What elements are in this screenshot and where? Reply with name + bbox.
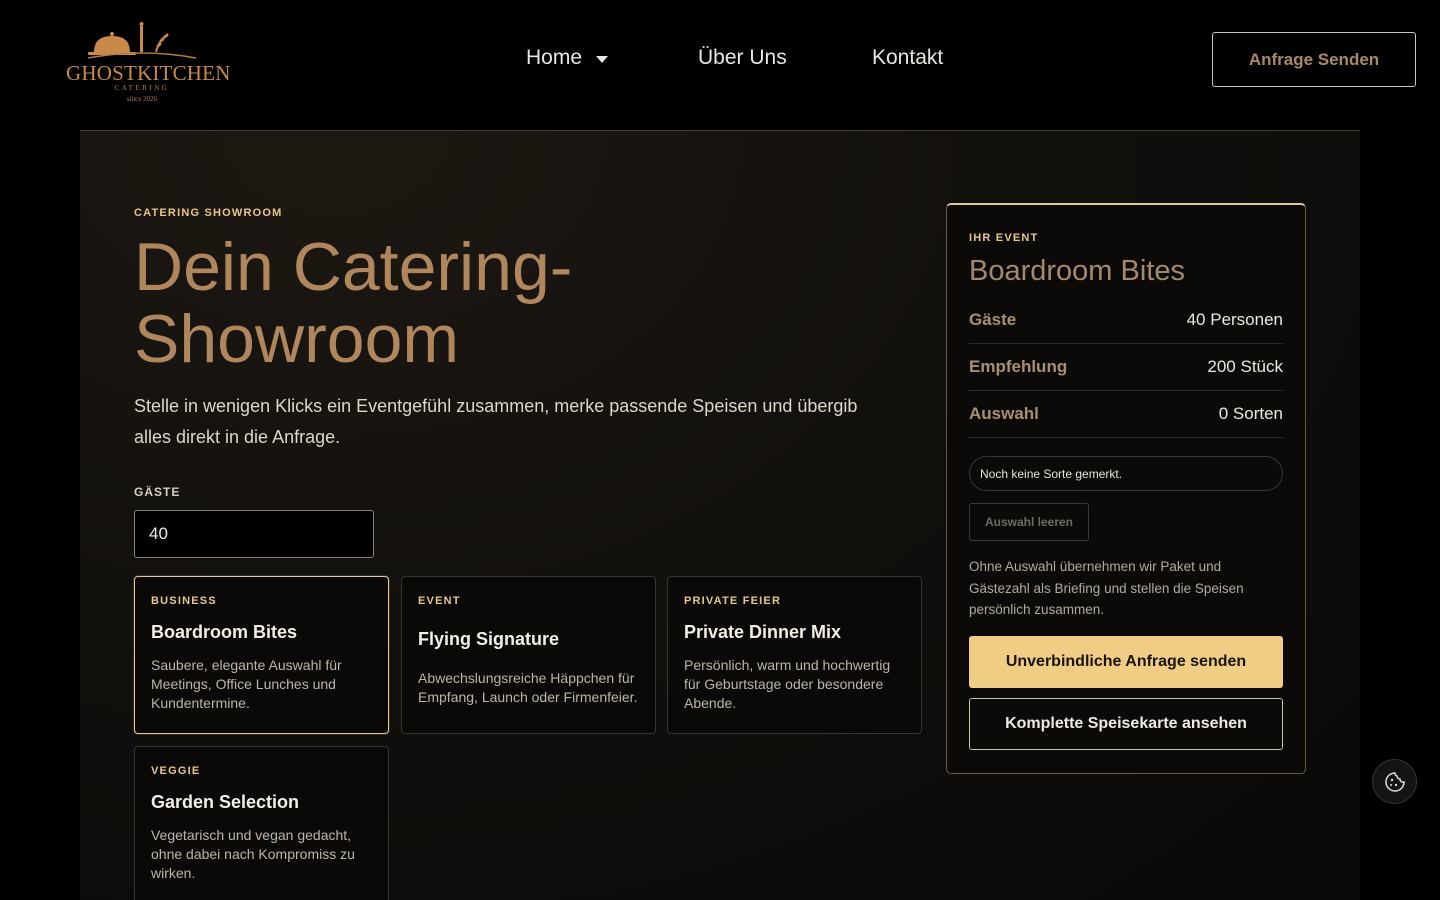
nav-item-label: Home [526, 46, 583, 69]
nav-item-kontakt[interactable]: Kontakt [872, 46, 943, 70]
nav-item-label: Kontakt [872, 46, 944, 69]
empty-selection-pill: Noch keine Sorte gemerkt. [969, 456, 1283, 491]
package-description: Abwechslungsreiche Häppchen für Empfang,… [418, 670, 638, 705]
package-title: Garden Selection [151, 792, 300, 812]
brand-name: GHOSTKITCHEN [66, 61, 231, 85]
package-title: Flying Signature [418, 629, 560, 649]
row-value: 40 Personen [1186, 310, 1283, 329]
package-tag: BUSINESS [151, 595, 217, 607]
brand-subtitle: CATERING [114, 84, 170, 92]
package-tag: VEGGIE [151, 765, 201, 777]
row-label: Empfehlung [969, 357, 1068, 376]
view-menu-button[interactable]: Komplette Speisekarte ansehen [969, 698, 1283, 750]
guests-input[interactable] [134, 510, 374, 558]
package-card-garden-selection[interactable]: VEGGIE Garden Selection Vegetarisch und … [134, 746, 389, 900]
package-tag: EVENT [418, 595, 461, 607]
guests-label: GÄSTE [134, 485, 181, 499]
clear-selection-button[interactable]: Auswahl leeren [969, 503, 1089, 541]
cookie-settings-button[interactable] [1372, 759, 1417, 804]
package-description: Vegetarisch und vegan gedacht, ohne dabe… [151, 827, 355, 881]
package-card-flying-signature[interactable]: EVENT Flying Signature Abwechslungsreich… [401, 576, 656, 734]
row-label: Gäste [969, 310, 1017, 329]
briefing-note: Ohne Auswahl übernehmen wir Paket und Gä… [969, 559, 1244, 617]
summary-row-selection: Auswahl 0 Sorten [969, 391, 1283, 438]
send-request-header-button[interactable]: Anfrage Senden [1212, 32, 1416, 87]
nav-item-uber-uns[interactable]: Über Uns [698, 46, 872, 70]
site-header: GHOSTKITCHEN CATERING since 2026 Home Üb… [0, 0, 1440, 130]
send-request-button[interactable]: Unverbindliche Anfrage senden [969, 636, 1283, 688]
catering-showroom-section: CATERING SHOWROOM Dein Catering- Showroo… [80, 130, 1360, 900]
package-description: Persönlich, warm und hochwertig für Gebu… [684, 657, 891, 711]
package-card-private-dinner-mix[interactable]: PRIVATE FEIER Private Dinner Mix Persönl… [667, 576, 922, 734]
package-tag: PRIVATE FEIER [684, 595, 782, 607]
main-nav: Home Über Uns Kontakt [526, 46, 943, 70]
package-card-boardroom-bites[interactable]: BUSINESS Boardroom Bites Saubere, elegan… [134, 576, 389, 734]
page-title-line-1: Dein Catering- [134, 229, 573, 305]
page-title-line-2: Showroom [134, 301, 460, 377]
cookie-settings-icon [1384, 771, 1405, 792]
summary-row-guests: Gäste 40 Personen [969, 297, 1283, 344]
row-value: 200 Stück [1207, 357, 1283, 376]
package-title: Boardroom Bites [151, 622, 298, 642]
package-description: Saubere, elegante Auswahl für Meetings, … [151, 657, 342, 711]
selected-package-title: Boardroom Bites [969, 255, 1185, 287]
brand-logo[interactable]: GHOSTKITCHEN CATERING since 2026 [64, 18, 231, 108]
row-value: 0 Sorten [1218, 404, 1283, 423]
row-label: Auswahl [969, 404, 1039, 423]
nav-item-home[interactable]: Home [526, 46, 698, 70]
nav-item-label: Über Uns [698, 46, 787, 69]
cloche-wheat-logo-icon [87, 22, 197, 59]
panel-eyebrow: IHR EVENT [969, 232, 1039, 244]
event-summary-panel: IHR EVENT Boardroom Bites Gäste 40 Perso… [946, 203, 1306, 774]
brand-since: since 2026 [126, 95, 158, 103]
chevron-down-icon[interactable] [596, 56, 609, 63]
page-title: Dein Catering- Showroom [134, 231, 854, 375]
summary-row-recommendation: Empfehlung 200 Stück [969, 344, 1283, 391]
package-title: Private Dinner Mix [684, 622, 842, 642]
section-eyebrow: CATERING SHOWROOM [134, 207, 283, 219]
hero-description: Stelle in wenigen Klicks ein Eventgefühl… [134, 396, 858, 447]
